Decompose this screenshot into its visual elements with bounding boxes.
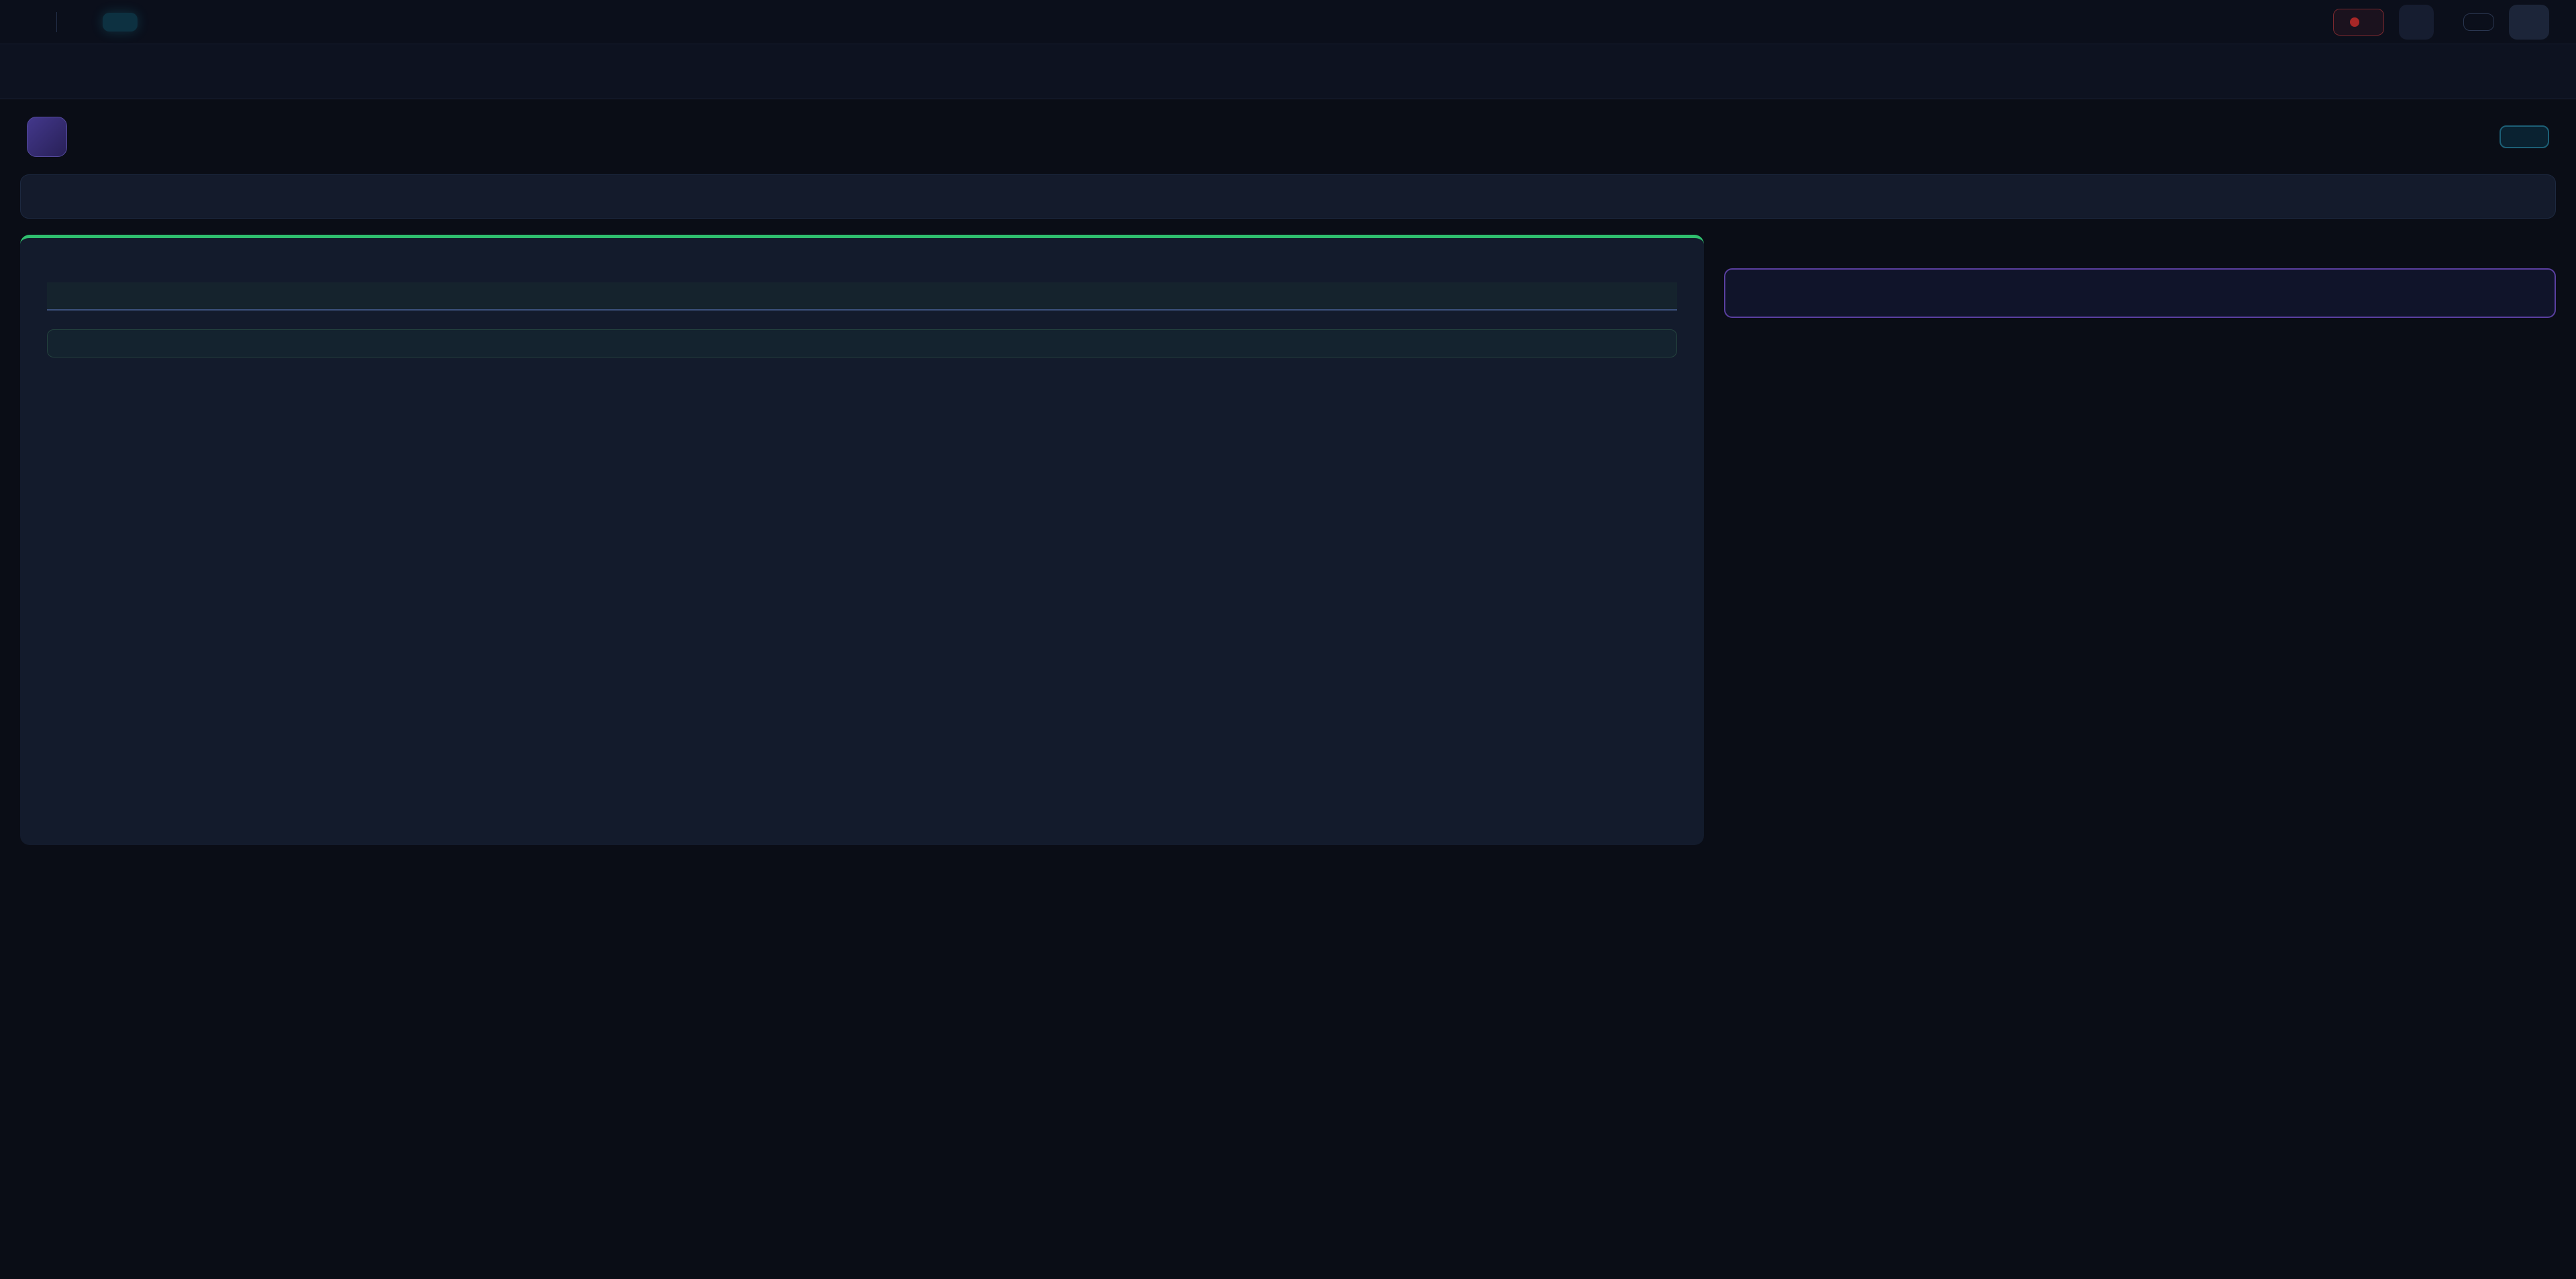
- col-header-error: [1396, 282, 1677, 310]
- logout-button[interactable]: [2463, 13, 2494, 31]
- topbar-right: [2333, 5, 2549, 40]
- page-header: [0, 99, 2576, 170]
- table-header-row: [47, 282, 1677, 310]
- col-header-item: [47, 282, 552, 310]
- conclusion-note: [47, 329, 1677, 357]
- logo-divider: [56, 12, 57, 32]
- module-subtabs: [0, 44, 2576, 99]
- pdf-export-button[interactable]: [2500, 125, 2549, 148]
- col-header-model: [833, 282, 1114, 310]
- main-content: [0, 219, 2576, 845]
- page-header-icon-box: [27, 117, 67, 157]
- right-column: [1724, 235, 2556, 318]
- col-header-aloha: [552, 282, 833, 310]
- incident-status-badge: [2333, 9, 2384, 36]
- validation-panel: [20, 235, 1704, 845]
- col-header-measured: [1115, 282, 1396, 310]
- incident-dot-icon: [2350, 17, 2359, 27]
- hamburger-menu-button[interactable]: [2509, 5, 2549, 40]
- topbar: [0, 0, 2576, 44]
- section-tabbar: [20, 174, 2556, 219]
- nav-item[interactable]: [103, 13, 138, 32]
- application-panel: [1724, 268, 2556, 318]
- notifications-button[interactable]: [2399, 5, 2434, 40]
- validation-table: [47, 282, 1677, 311]
- main-nav: [77, 13, 265, 32]
